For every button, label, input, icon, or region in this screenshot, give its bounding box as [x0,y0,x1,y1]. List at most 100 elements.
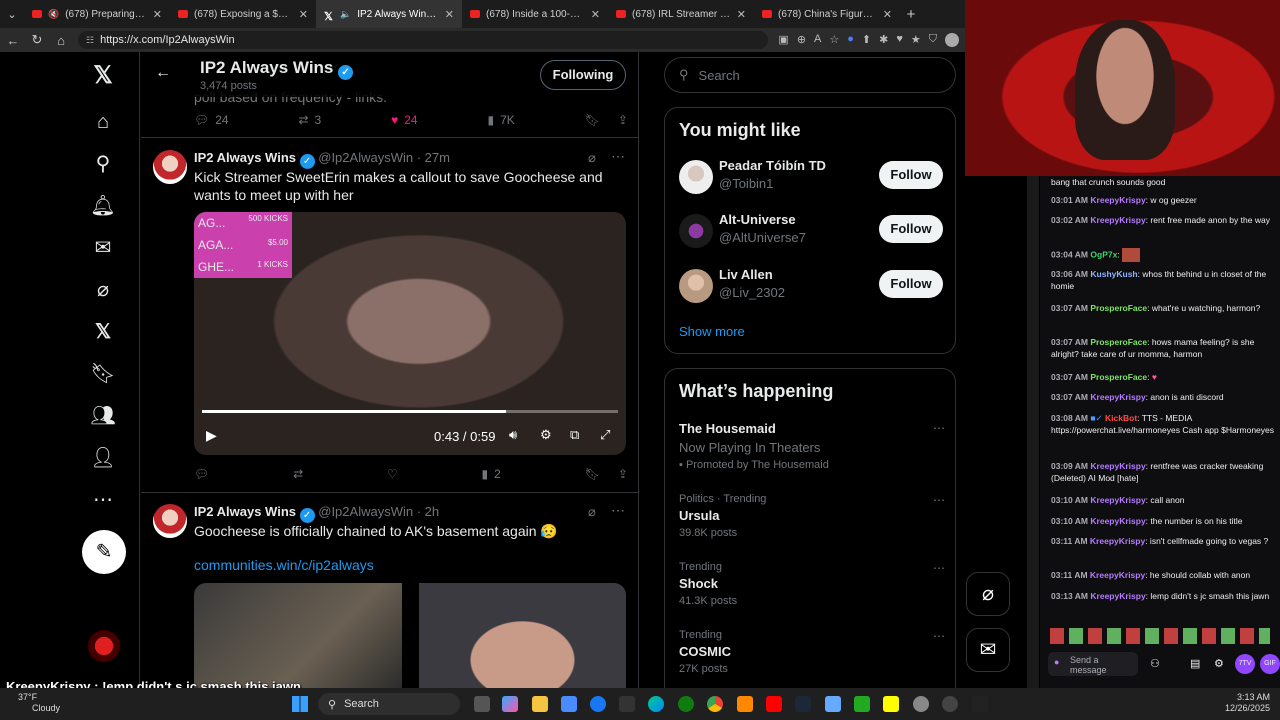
follow-button[interactable]: Follow [879,270,943,298]
home-icon[interactable]: ⌂ [90,109,116,135]
search-input[interactable]: ⚲ Search [664,57,956,93]
grok-icon[interactable]: ⌀ [90,277,116,303]
tab-close-icon[interactable]: ✕ [591,8,600,21]
speaker-icon[interactable]: 🔈 [340,9,351,20]
chat-input[interactable]: ● Send a message [1048,652,1138,676]
file-explorer-icon[interactable] [532,696,548,712]
weather-widget[interactable]: 37°F Cloudy [18,692,60,714]
copilot-icon[interactable] [502,696,518,712]
vlc-icon[interactable] [737,696,753,712]
app-icon[interactable] [825,696,841,712]
views-button[interactable]: ▮ 7K [488,113,515,127]
edge-icon[interactable] [648,696,664,712]
suggestion-row[interactable]: Peadar Tóibín TD @Toibin1 Follow [679,158,943,194]
trend-item[interactable]: Trending COSMIC 27K posts ⋯ [679,629,945,675]
system-clock[interactable]: 3:13 AM 12/26/2025 [1218,692,1270,714]
repost-button[interactable]: ⇄ [293,467,303,481]
split-screen-icon[interactable]: ▣ [778,33,788,47]
tweet-time[interactable]: · 2h [417,504,439,519]
play-icon[interactable]: ▶ [206,427,217,444]
follow-button[interactable]: Follow [879,215,943,243]
chat-settings-icon[interactable]: ⚙ [1214,658,1224,670]
obs-icon[interactable] [942,696,958,712]
compose-post-button[interactable]: ✎ [82,530,126,574]
browser-essentials-icon[interactable]: ♥ [896,33,903,47]
task-view-icon[interactable] [474,696,490,712]
like-button[interactable]: ♡ [387,467,398,481]
new-tab-icon[interactable]: + [900,6,922,23]
show-more-link[interactable]: Show more [679,324,745,339]
bookmark-icon[interactable]: 🔖︎ [585,113,600,127]
youtube-icon[interactable] [766,696,782,712]
tab-close-icon[interactable]: ✕ [299,8,308,21]
tweet-image-left[interactable] [194,583,402,688]
profile-icon[interactable]: 👤︎ [90,445,116,471]
bookmarks-icon[interactable]: 🔖︎ [90,361,116,387]
trend-item[interactable]: The Housemaid Now Playing In Theaters ▪ … [679,421,945,471]
trend-more-icon[interactable]: ⋯ [933,421,945,435]
mic-icon[interactable]: ● [1054,657,1059,667]
grok-icon[interactable]: ⌀ [588,504,596,520]
x-logo-icon[interactable]: 𝕏 [90,63,116,89]
share-icon[interactable]: ⇪ [618,113,628,127]
trend-more-icon[interactable]: ⋯ [933,561,945,575]
app-icon[interactable] [913,696,929,712]
repost-button[interactable]: ⇄ 3 [298,113,321,127]
bookmark-icon[interactable]: 🔖︎ [585,467,600,481]
favorites-icon[interactable]: ★ [911,33,921,47]
messages-mail-icon[interactable]: ✉ [90,235,116,261]
account-avatar[interactable] [88,630,120,662]
author-handle[interactable]: @Ip2AlwaysWin [318,504,413,519]
tweet-time[interactable]: · 27m [417,150,450,165]
tweet-image-right[interactable] [419,583,626,688]
url-field[interactable]: ☷ https://x.com/Ip2AlwaysWin [78,31,769,49]
communities-icon[interactable]: 👥︎ [90,403,116,429]
video-progress-track[interactable] [202,410,618,413]
volume-icon[interactable]: 🔊︎ [509,427,517,443]
settings-gear-icon[interactable]: ⚙ [540,427,552,443]
favorite-star-icon[interactable]: ☆ [829,33,839,47]
facebook-icon[interactable] [590,696,606,712]
home-icon[interactable]: ⌂ [54,33,68,48]
xbox-icon[interactable] [678,696,694,712]
browser-tab[interactable]: (678) Exposing a $10,000,000 ✕ [170,0,316,28]
site-info-icon[interactable]: ☷ [86,35,94,46]
epic-games-icon[interactable] [972,696,988,712]
explore-search-icon[interactable]: ⚲ [90,151,116,177]
suggestion-row[interactable]: Alt-Universe @AltUniverse7 Follow [679,212,943,248]
trend-more-icon[interactable]: ⋯ [933,629,945,643]
share-icon[interactable]: ⇪ [618,467,628,481]
follow-button[interactable]: Follow [879,161,943,189]
gif-icon[interactable]: GIF [1260,654,1280,674]
video-player[interactable]: AG... 500 KICKS AGA... $5.00 GHE... 1 KI… [194,212,626,455]
shield-icon[interactable]: ⛉ [929,33,937,47]
premium-x-icon[interactable]: 𝕏 [90,319,116,345]
page-scrollbar[interactable] [1027,176,1039,688]
zoom-icon[interactable]: ⊕ [797,33,806,47]
reply-button[interactable]: 💬︎ 24 [194,113,229,127]
tweet-more-icon[interactable]: ⋯ [611,148,625,165]
views-button[interactable]: ▮ 2 [482,467,501,481]
tab-close-icon[interactable]: ✕ [737,8,746,21]
author-name[interactable]: IP2 Always Wins [194,150,296,165]
7tv-icon[interactable]: 7TV [1235,654,1255,674]
tweet-author-avatar[interactable] [153,150,187,184]
extension-icon[interactable]: ● [847,33,854,47]
notifications-bell-icon[interactable]: 🔔︎ [90,193,116,219]
back-arrow-icon[interactable]: ← [6,33,20,48]
fullscreen-icon[interactable]: ⤢ [600,427,610,443]
messages-float-button[interactable]: ✉ [966,628,1010,672]
amazon-icon[interactable] [619,696,635,712]
app-icon[interactable] [854,696,870,712]
tweet-link[interactable]: communities.win/c/ip2always [194,556,374,574]
more-icon[interactable]: ⋯ [90,487,116,513]
back-arrow-icon[interactable]: ← [155,64,171,82]
suggestion-row[interactable]: Liv Allen @Liv_2302 Follow [679,267,943,303]
chrome-icon[interactable] [707,696,723,712]
mute-icon[interactable]: 🔇 [48,9,59,20]
grok-float-button[interactable]: ⌀ [966,572,1010,616]
browser-tab-active[interactable]: 𝕏 🔈 IP2 Always Wins (@Ip2Al ✕ [316,0,462,28]
grok-icon[interactable]: ⌀ [588,150,596,166]
tweet-more-icon[interactable]: ⋯ [611,502,625,519]
tab-actions-icon[interactable]: ⌄ [0,8,24,21]
